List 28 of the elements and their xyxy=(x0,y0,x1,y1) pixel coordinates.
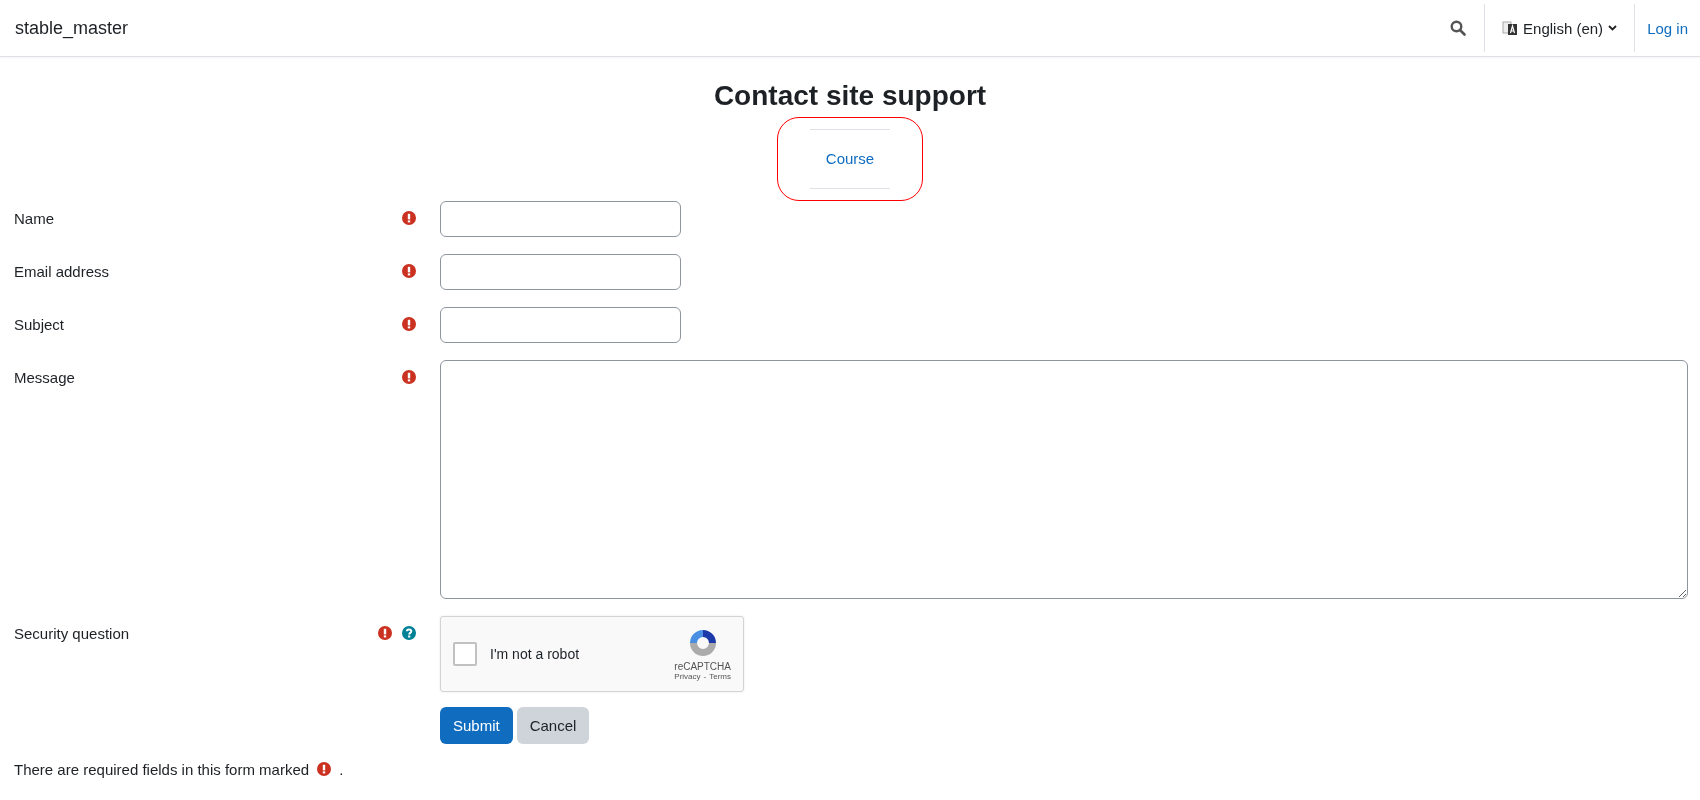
privacy-link[interactable]: Privacy xyxy=(674,671,701,681)
field-label: Email address xyxy=(14,261,111,280)
required-note: There are required fields in this form marked xyxy=(14,760,310,778)
link-separator: - xyxy=(703,671,707,681)
language-menu[interactable]: English (en) xyxy=(1485,19,1635,37)
text-input[interactable] xyxy=(440,306,681,343)
caret-icon xyxy=(1608,25,1618,31)
captcha-checkbox[interactable] xyxy=(453,641,477,666)
language-icon xyxy=(1502,20,1519,36)
page-title: Contact site support xyxy=(712,79,988,113)
terms-link[interactable]: Terms xyxy=(709,671,731,681)
field-label: Subject xyxy=(14,314,66,333)
cancel-button[interactable]: Cancel xyxy=(516,706,590,744)
site-name[interactable]: stable_master xyxy=(15,17,129,39)
field-label: Security question xyxy=(14,623,131,642)
note-period: . xyxy=(339,760,344,778)
field-label: Name xyxy=(14,208,55,227)
help-icon[interactable] xyxy=(402,625,416,640)
search-icon[interactable] xyxy=(1450,20,1467,36)
text-input[interactable] xyxy=(440,200,681,237)
submit-button[interactable]: Submit xyxy=(440,706,513,744)
required-icon xyxy=(317,762,332,777)
field-label: Message xyxy=(14,367,76,386)
login-link[interactable]: Log in xyxy=(1635,19,1700,37)
text-input[interactable] xyxy=(440,253,681,290)
captcha-label: I'm not a robot xyxy=(490,645,581,662)
course-link[interactable]: Course xyxy=(825,150,875,168)
captcha-brand: reCAPTCHA xyxy=(674,660,731,672)
